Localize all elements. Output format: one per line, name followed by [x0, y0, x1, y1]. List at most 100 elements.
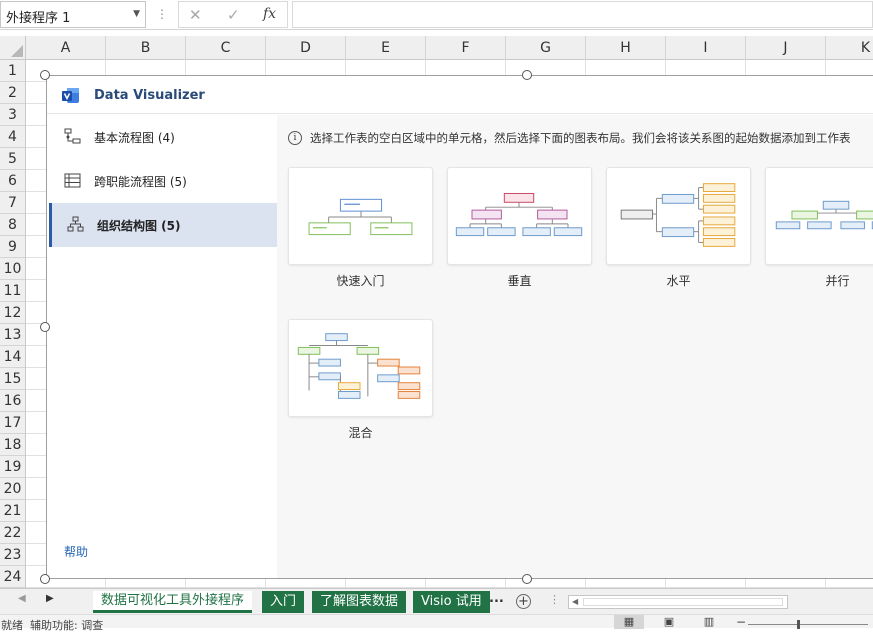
column-header[interactable]: J [746, 36, 826, 60]
template-card-parallel[interactable] [765, 167, 873, 265]
template-label: 快速入门 [336, 274, 385, 288]
row-header[interactable]: 8 [0, 214, 25, 236]
row-header[interactable]: 23 [0, 544, 25, 566]
cancel-icon[interactable]: ✕ [189, 6, 202, 24]
row-header[interactable]: 4 [0, 126, 25, 148]
scroll-right-icon[interactable]: ▶ [46, 593, 54, 604]
horizontal-scrollbar[interactable]: ◀ [568, 595, 788, 609]
normal-view-icon[interactable]: ▦ [614, 615, 644, 629]
status-bar: 就绪 辅助功能: 调查 ▦ ▣ ▥ − [0, 614, 873, 632]
column-header[interactable]: D [266, 36, 346, 60]
more-vertical-icon[interactable]: ⋮ [549, 593, 560, 606]
vertical-diagram-icon [455, 192, 583, 237]
horizontal-diagram-icon [620, 183, 736, 247]
basic-flowchart-icon [64, 128, 81, 144]
row-header[interactable]: 17 [0, 412, 25, 434]
template-label: 并行 [825, 274, 850, 288]
zoom-slider[interactable] [748, 624, 868, 625]
row-header[interactable]: 24 [0, 566, 25, 588]
sheet-tab-bar: ◀ ▶ 数据可视化工具外接程序 入门 了解图表数据 Visio 试用 ... +… [0, 588, 873, 614]
row-header[interactable]: 16 [0, 390, 25, 412]
page-break-view-icon[interactable]: ▥ [694, 615, 724, 629]
column-header[interactable]: G [506, 36, 586, 60]
template-label: 混合 [348, 426, 373, 440]
row-header[interactable]: 20 [0, 478, 25, 500]
template-card-horizontal[interactable] [606, 167, 751, 265]
row-header[interactable]: 15 [0, 368, 25, 390]
enter-icon[interactable]: ✓ [227, 6, 240, 24]
column-header[interactable]: B [106, 36, 186, 60]
row-header[interactable]: 12 [0, 302, 25, 324]
sidebar-item-label: 组织结构图 (5) [97, 219, 181, 233]
sidebar-item-basic-flowchart[interactable]: 基本流程图 (4) [49, 115, 277, 159]
add-sheet-icon[interactable]: + [516, 594, 531, 609]
data-visualizer-panel: Data Visualizer 基本流程图 (4) 跨职能流程图 (5) 组织结… [46, 75, 873, 579]
scrollbar-thumb[interactable] [583, 598, 783, 606]
chevron-down-icon[interactable]: ▼ [133, 9, 140, 19]
more-tabs-button[interactable]: ... [489, 591, 504, 606]
column-header[interactable]: I [666, 36, 746, 60]
resize-handle[interactable] [40, 70, 50, 80]
sidebar-item-cross-functional[interactable]: 跨职能流程图 (5) [49, 159, 277, 203]
template-card-hybrid[interactable] [288, 319, 433, 417]
org-chart-icon [67, 216, 84, 232]
resize-handle[interactable] [522, 70, 532, 80]
formula-input[interactable] [292, 1, 873, 28]
row-header[interactable]: 5 [0, 148, 25, 170]
sidebar-item-org-chart[interactable]: 组织结构图 (5) [49, 203, 277, 247]
help-link[interactable]: 帮助 [64, 543, 88, 560]
template-card-vertical[interactable] [447, 167, 592, 265]
row-header[interactable]: 11 [0, 280, 25, 302]
row-header[interactable]: 10 [0, 258, 25, 280]
info-text: 选择工作表的空白区域中的单元格，然后选择下面的图表布局。我们会将该关系图的起始数… [310, 131, 851, 145]
name-box-value: 外接程序 1 [6, 11, 71, 26]
cross-functional-flowchart-icon [64, 173, 81, 188]
template-card-quick-start[interactable] [288, 167, 433, 265]
accessibility-status[interactable]: 辅助功能: 调查 [30, 617, 103, 633]
page-layout-view-icon[interactable]: ▣ [654, 615, 684, 629]
more-vertical-icon[interactable]: ⋮ [156, 7, 168, 21]
row-header[interactable]: 6 [0, 170, 25, 192]
name-box[interactable]: 外接程序 1 ▼ [0, 1, 146, 28]
template-gallery: i 选择工作表的空白区域中的单元格，然后选择下面的图表布局。我们会将该关系图的起… [277, 115, 873, 578]
visio-logo-icon [62, 88, 79, 103]
sheet-tab[interactable]: 数据可视化工具外接程序 [93, 591, 253, 613]
sidebar-item-label: 跨职能流程图 (5) [94, 175, 187, 189]
row-header[interactable]: 2 [0, 82, 25, 104]
hybrid-diagram-icon [297, 333, 421, 399]
sheet-tab[interactable]: 入门 [262, 591, 305, 613]
row-header[interactable]: 1 [0, 60, 25, 82]
row-header[interactable]: 7 [0, 192, 25, 214]
column-header[interactable]: C [186, 36, 266, 60]
sheet-tab[interactable]: 了解图表数据 [312, 591, 407, 613]
scroll-left-icon[interactable]: ◀ [18, 593, 26, 604]
sheet-tab[interactable]: Visio 试用 [413, 591, 490, 613]
column-header[interactable]: K [826, 36, 873, 60]
select-all-corner[interactable] [0, 36, 26, 60]
column-header[interactable]: F [426, 36, 506, 60]
row-header[interactable]: 21 [0, 500, 25, 522]
quick-start-diagram-icon [308, 198, 413, 236]
scroll-left-icon[interactable]: ◀ [572, 597, 578, 606]
column-headers: A B C D E F G H I J K [26, 36, 873, 60]
row-header[interactable]: 22 [0, 522, 25, 544]
row-header[interactable]: 19 [0, 456, 25, 478]
row-header[interactable]: 18 [0, 434, 25, 456]
ready-status: 就绪 [1, 619, 23, 632]
insert-function-icon[interactable]: fx [263, 6, 276, 22]
resize-handle[interactable] [522, 574, 532, 584]
row-header[interactable]: 14 [0, 346, 25, 368]
row-header[interactable]: 9 [0, 236, 25, 258]
resize-handle[interactable] [40, 322, 50, 332]
column-header[interactable]: E [346, 36, 426, 60]
zoom-out-icon[interactable]: − [736, 615, 746, 629]
row-header[interactable]: 3 [0, 104, 25, 126]
column-header[interactable]: A [26, 36, 106, 60]
resize-handle[interactable] [40, 574, 50, 584]
row-header[interactable]: 13 [0, 324, 25, 346]
template-sidebar: 基本流程图 (4) 跨职能流程图 (5) 组织结构图 (5) 帮助 [47, 115, 277, 578]
formula-buttons: ✕ ✓ fx [178, 1, 288, 28]
parallel-diagram-icon [775, 200, 873, 230]
sidebar-item-label: 基本流程图 (4) [94, 131, 175, 145]
column-header[interactable]: H [586, 36, 666, 60]
